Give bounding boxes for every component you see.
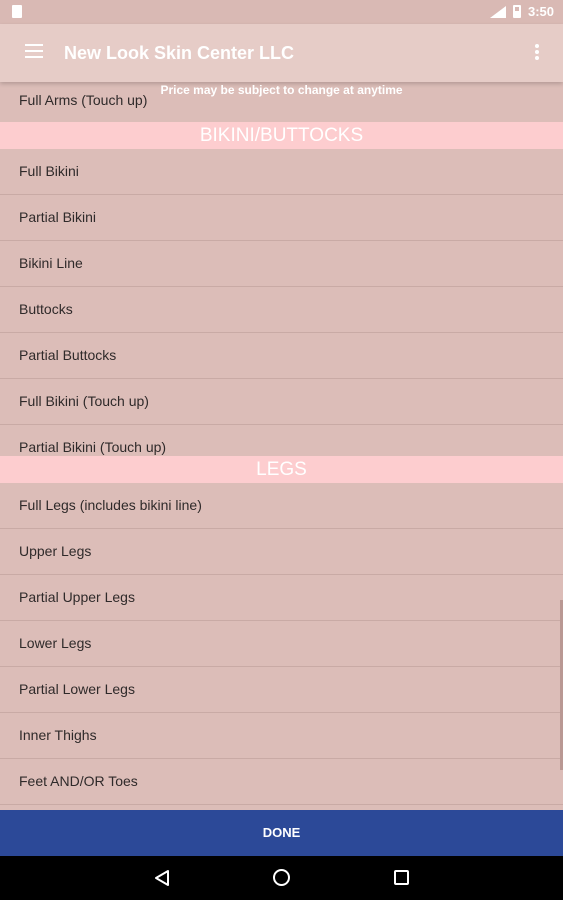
list-item-label: Partial Upper Legs — [19, 589, 135, 605]
home-icon[interactable] — [273, 869, 290, 886]
list-item[interactable]: Partial Buttocks — [0, 333, 563, 379]
price-notice: Price may be subject to change at anytim… — [160, 83, 403, 97]
list-item-label: Full Bikini — [19, 163, 79, 179]
done-button[interactable]: DONE — [0, 810, 563, 856]
list-item[interactable]: Full Legs (includes bikini line) — [0, 483, 563, 529]
list-item[interactable]: Feet AND/OR Toes — [0, 759, 563, 805]
menu-icon[interactable] — [25, 44, 43, 58]
list-item-label: Full Legs (includes bikini line) — [19, 497, 202, 513]
clock: 3:50 — [527, 4, 554, 19]
list-item[interactable]: Full Bikini — [0, 149, 563, 195]
recent-apps-icon[interactable] — [394, 870, 409, 885]
list-item-label: Lower Legs — [19, 635, 92, 651]
list-item[interactable]: Partial Upper Legs — [0, 575, 563, 621]
list-item-label: Feet AND/OR Toes — [19, 773, 138, 789]
list-item-label: Partial Buttocks — [19, 347, 117, 363]
list-item-label: Bikini Line — [19, 255, 83, 271]
app-title: New Look Skin Center LLC — [64, 43, 295, 63]
section-header-legs: LEGS — [0, 456, 563, 483]
navigation-bar — [0, 856, 563, 900]
list-item[interactable]: Partial Bikini — [0, 195, 563, 241]
list-item[interactable]: Inner Thighs — [0, 713, 563, 759]
list-item-label: Partial Bikini (Touch up) — [19, 439, 167, 455]
list-item[interactable]: Partial Lower Legs — [0, 667, 563, 713]
list-item[interactable]: Buttocks — [0, 287, 563, 333]
list-item-label: Inner Thighs — [19, 727, 97, 743]
list-item-label: Full Bikini (Touch up) — [19, 393, 149, 409]
list-item[interactable]: Lower Legs — [0, 621, 563, 667]
signal-icon — [490, 6, 506, 18]
app-toolbar: New Look Skin Center LLC — [0, 24, 563, 82]
list-item-label: Partial Bikini — [19, 209, 97, 225]
sim-card-icon — [12, 5, 22, 18]
battery-icon — [513, 5, 521, 18]
service-list[interactable]: Full Arms (Touch up) BIKINI/BUTTOCKS Ful… — [0, 82, 563, 810]
list-item[interactable]: Bikini Line — [0, 241, 563, 287]
list-item-label: Partial Lower Legs — [19, 681, 135, 697]
section-header-bikini-buttocks: BIKINI/BUTTOCKS — [0, 122, 563, 149]
list-item-label: Upper Legs — [19, 543, 92, 559]
list-item[interactable]: Full Bikini (Touch up) — [0, 379, 563, 425]
list-item-label: Buttocks — [19, 301, 73, 317]
status-bar: 3:50 — [0, 0, 563, 24]
more-options-icon[interactable] — [535, 44, 539, 60]
back-icon[interactable] — [154, 869, 170, 887]
list-item[interactable]: Upper Legs — [0, 529, 563, 575]
list-item[interactable]: Partial Bikini (Touch up) — [0, 425, 563, 456]
